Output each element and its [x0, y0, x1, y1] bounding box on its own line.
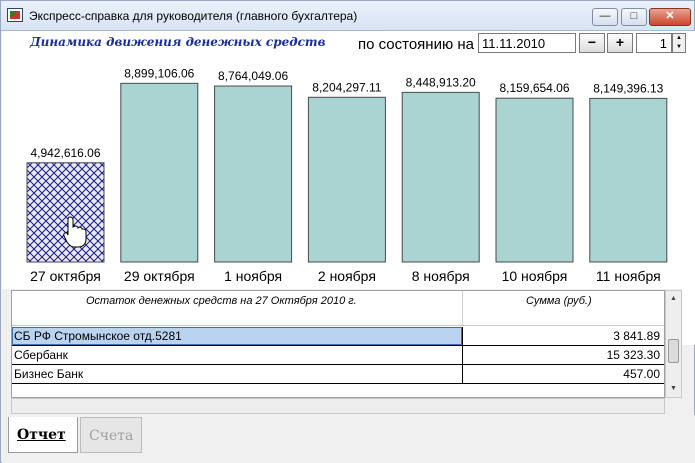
bar-category-label: 2 ноября [318, 268, 376, 284]
scroll-up-icon[interactable]: ▲ [670, 295, 677, 302]
maximize-button[interactable]: □ [621, 8, 647, 26]
bar-value-label: 8,159,654.06 [499, 81, 569, 95]
window-title: Экспресс-справка для руководителя (главн… [29, 9, 358, 23]
tab-accounts[interactable]: Счета [80, 417, 142, 453]
bar-category-label: 1 ноября [224, 268, 282, 284]
count-input[interactable]: 1 [636, 33, 672, 53]
row-account-name: Бизнес Банк [14, 367, 84, 381]
scroll-thumb[interactable] [668, 339, 679, 363]
chart-svg: 4,942,616.06 27 октября 8,899,106.06 29 окт… [26, 66, 668, 284]
chart-bar[interactable] [401, 91, 480, 263]
bar-category-label: 8 ноября [412, 268, 470, 284]
chart-title: Динамика движения денежных средств [30, 35, 326, 49]
cell-divider [462, 327, 463, 346]
cell-divider [462, 365, 463, 384]
scroll-down-icon[interactable]: ▼ [670, 385, 677, 392]
close-button[interactable]: ✕ [649, 8, 691, 26]
chart-scroll-gutter [682, 113, 695, 345]
table-vertical-scrollbar[interactable]: ▲ ▼ [665, 290, 682, 398]
bar-category-label: 11 ноября [596, 268, 661, 284]
app-icon [7, 8, 23, 22]
date-plus-button[interactable]: + [607, 33, 633, 53]
bar-category-label: 10 ноября [502, 268, 568, 284]
bar-value-label: 8,448,913.20 [406, 75, 476, 89]
bar-value-label: 8,204,297.11 [312, 80, 382, 94]
bar-value-label: 4,942,616.06 [30, 146, 100, 160]
tab-report[interactable]: Отчет [8, 417, 78, 453]
table-header: Остаток денежных средств на 27 Октября 2… [12, 291, 664, 326]
row-amount: 457.00 [623, 367, 660, 381]
chart-bar[interactable] [589, 97, 668, 263]
row-account-name: СБ РФ Стромынское отд.5281 [14, 329, 182, 343]
column-header-amount[interactable]: Сумма (руб.) [526, 295, 592, 307]
tab-strip: Отчет Счета [2, 415, 695, 463]
date-minus-button[interactable]: − [579, 33, 605, 53]
state-label: по состоянию на [358, 36, 475, 53]
header-divider [462, 291, 463, 326]
table-horizontal-scrollbar[interactable] [11, 398, 665, 414]
bar-category-label: 29 октября [124, 268, 195, 284]
minimize-button[interactable]: — [592, 8, 618, 26]
bar-chart: 4,942,616.06 27 октября 8,899,106.06 29 окт… [2, 57, 695, 345]
chart-bar[interactable] [307, 96, 386, 263]
chart-bar[interactable] [120, 82, 199, 263]
app-window: Экспресс-справка для руководителя (главн… [0, 0, 695, 463]
title-bar[interactable]: Экспресс-справка для руководителя (главн… [1, 1, 694, 31]
chart-bar[interactable] [495, 97, 574, 263]
row-account-name: Сбербанк [14, 348, 68, 362]
date-input[interactable]: 11.11.2010 [478, 33, 576, 53]
bar-value-label: 8,149,396.13 [593, 81, 663, 95]
bar-category-label: 27 октября [30, 268, 101, 284]
row-amount: 15 323.30 [606, 348, 660, 362]
cell-divider [462, 346, 463, 365]
balance-table: Остаток денежных средств на 27 Октября 2… [11, 290, 665, 398]
table-row[interactable]: СБ РФ Стромынское отд.5281 3 841.89 [12, 327, 664, 346]
table-row[interactable]: Бизнес Банк 457.00 [12, 365, 664, 384]
bar-value-label: 8,764,049.06 [218, 69, 288, 83]
row-amount: 3 841.89 [613, 329, 660, 343]
chart-bar[interactable] [214, 85, 293, 263]
bar-value-label: 8,899,106.06 [124, 66, 194, 80]
chart-bar[interactable] [26, 162, 105, 263]
table-row[interactable]: Сбербанк 15 323.30 [12, 346, 664, 365]
column-header-account[interactable]: Остаток денежных средств на 27 Октября 2… [86, 295, 357, 307]
count-spinner[interactable]: ▲ ▼ [672, 33, 686, 53]
chart-header: Динамика движения денежных средств по со… [2, 31, 695, 57]
